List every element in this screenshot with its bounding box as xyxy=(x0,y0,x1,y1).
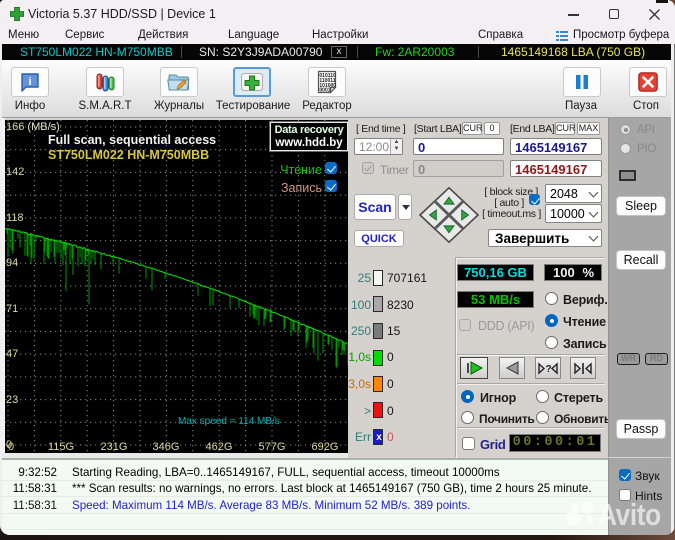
svg-text:?: ? xyxy=(546,364,552,375)
svg-text:0001: 0001 xyxy=(319,88,330,94)
svg-text:i: i xyxy=(28,76,31,88)
